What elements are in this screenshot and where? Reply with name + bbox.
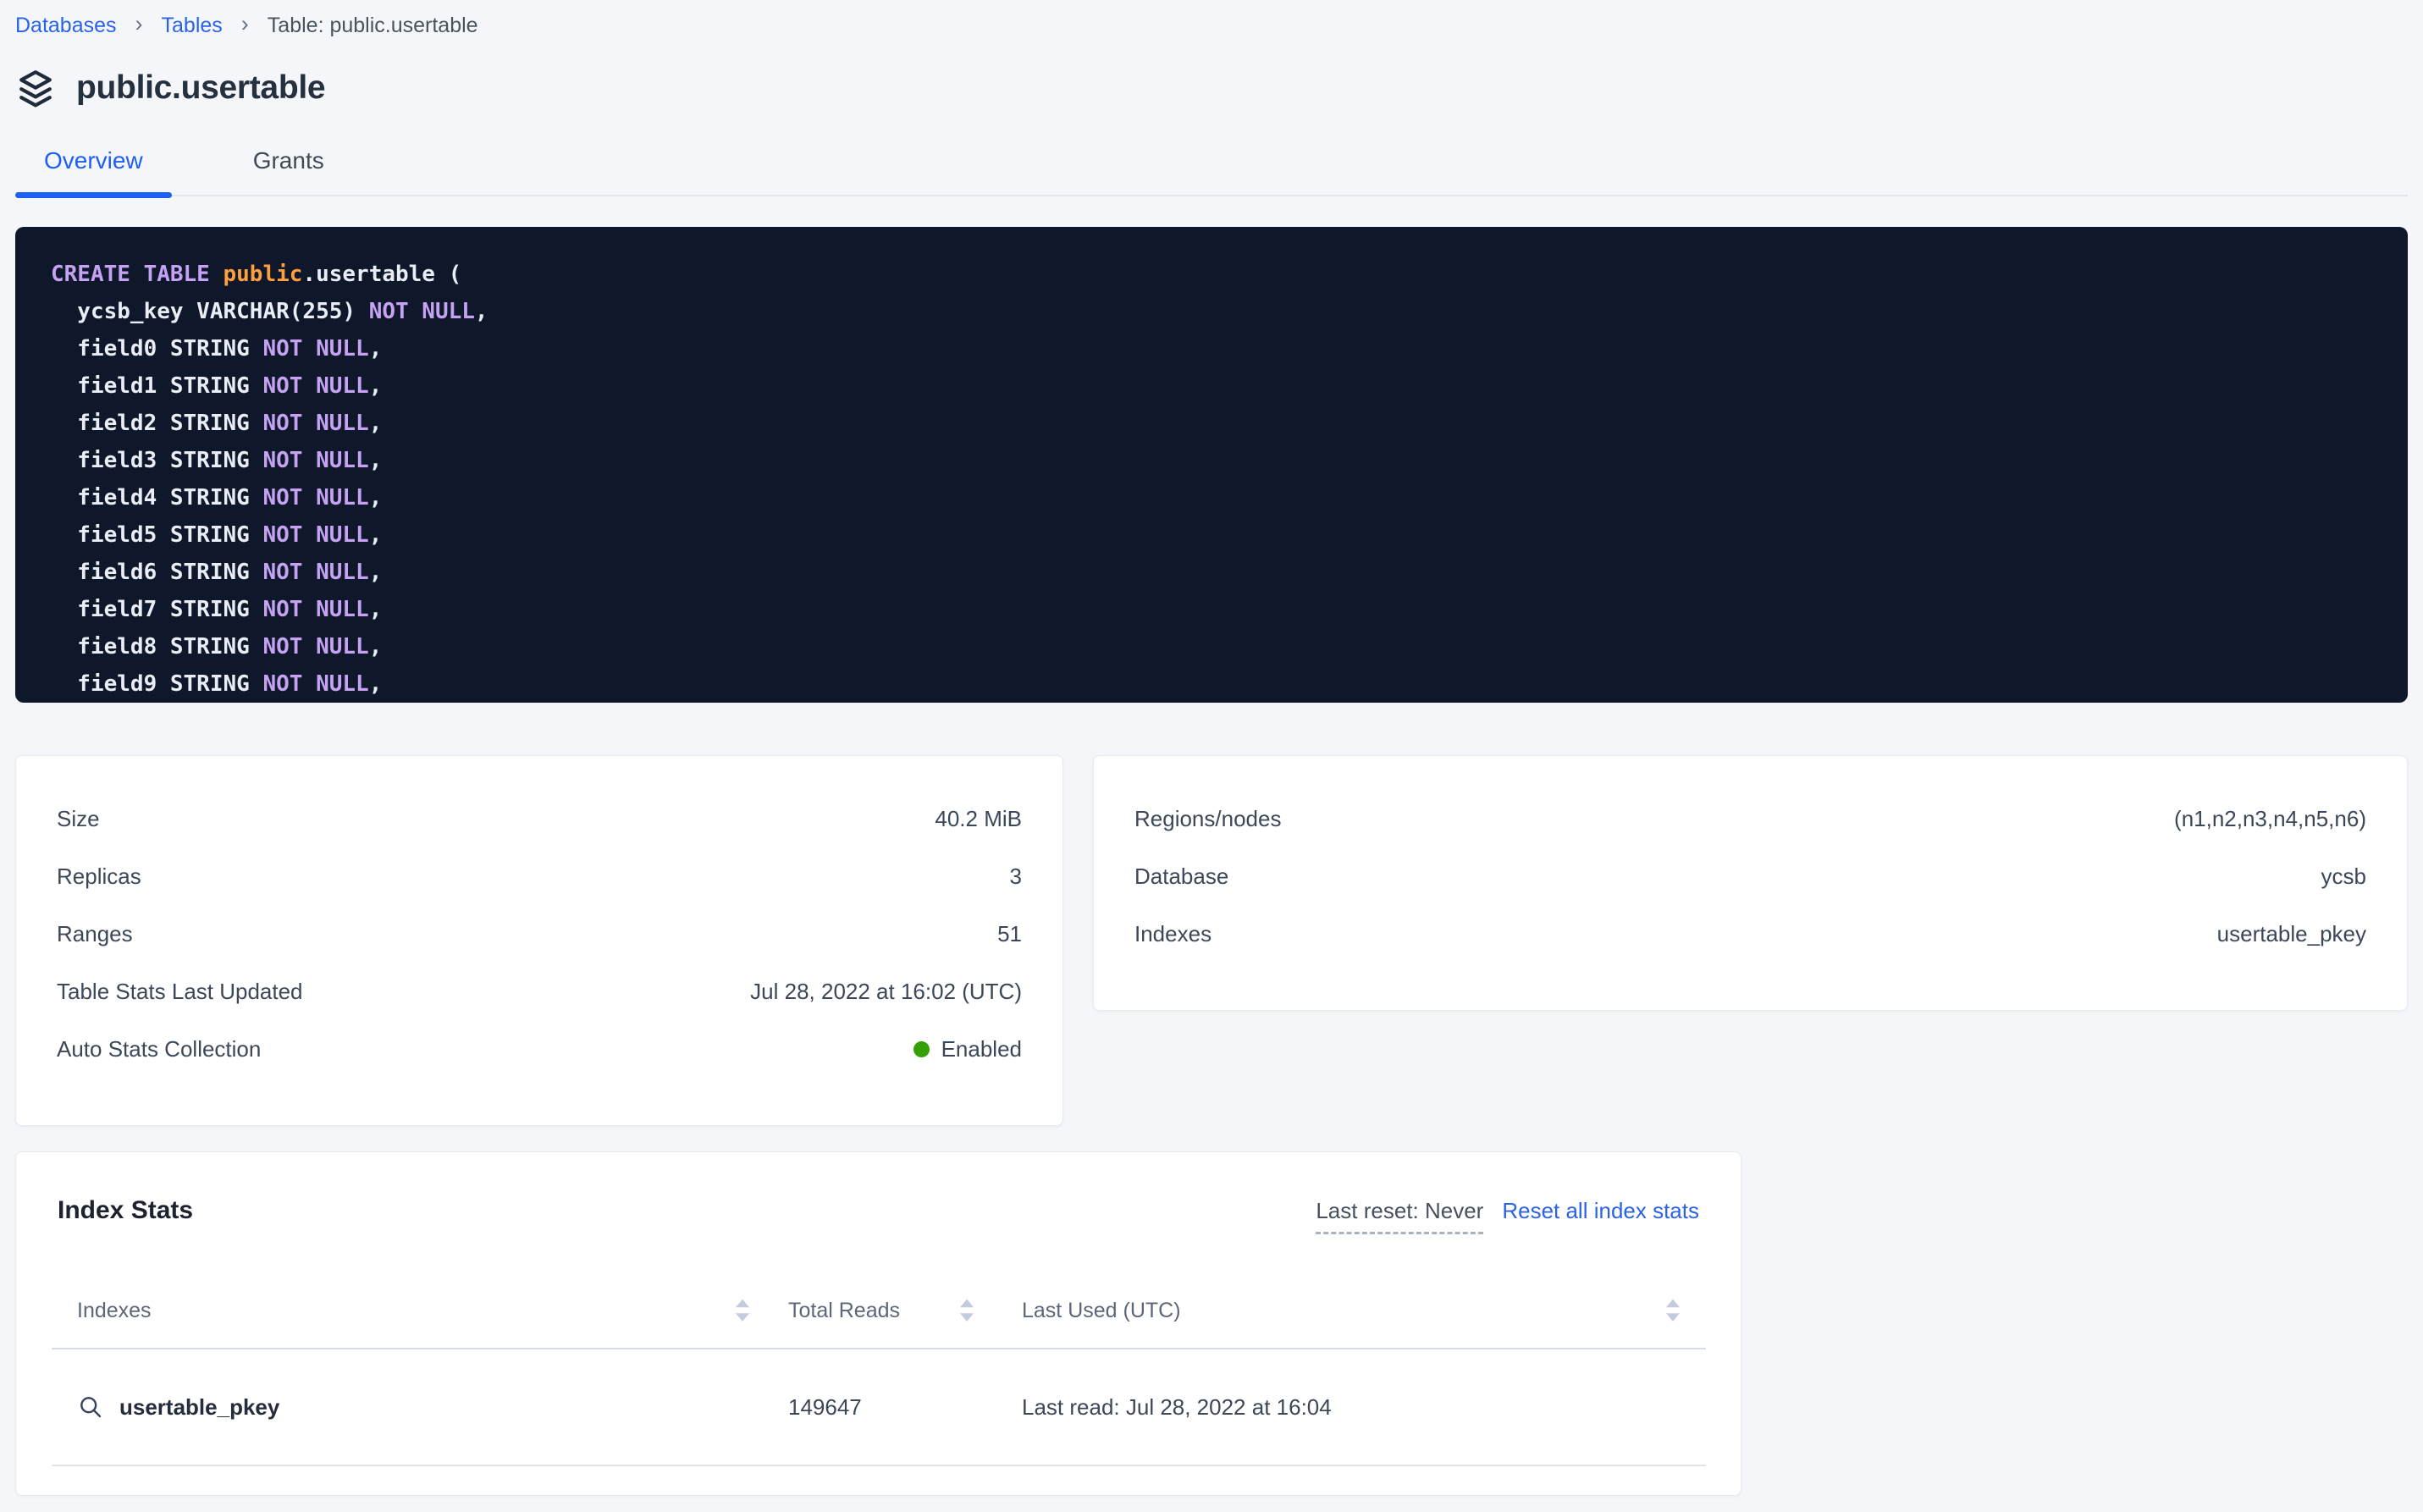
detail-row-database: Database ycsb bbox=[1094, 847, 2407, 905]
index-stats-table: Indexes Total Reads Last Used (UTC) userta… bbox=[52, 1273, 1706, 1466]
sort-icon[interactable] bbox=[1664, 1298, 1682, 1323]
table-metadata-rows: Regions/nodes (n1,n2,n3,n4,n5,n6) Database… bbox=[1094, 790, 2407, 963]
detail-value: 3 bbox=[1010, 864, 1022, 890]
code-line: ycsb_key VARCHAR(255) NOT NULL, bbox=[51, 293, 2372, 330]
detail-label: Database bbox=[1134, 864, 1228, 890]
chevron-right-icon: › bbox=[135, 13, 143, 36]
detail-value: ycsb bbox=[2321, 864, 2366, 890]
detail-row-table-stats-last-updated: Table Stats Last Updated Jul 28, 2022 at … bbox=[16, 963, 1062, 1020]
code-line: field6 STRING NOT NULL, bbox=[51, 554, 2372, 591]
breadcrumb: Databases › Tables › Table: public.usertable bbox=[15, 8, 2408, 42]
detail-value-text: ycsb bbox=[2321, 864, 2366, 890]
index-stats-table-header: Indexes Total Reads Last Used (UTC) bbox=[52, 1273, 1706, 1349]
layers-icon bbox=[15, 68, 56, 108]
detail-value-text: Enabled bbox=[941, 1036, 1022, 1062]
create-statement-code-block: CREATE TABLE public.usertable ( ycsb_key… bbox=[15, 227, 2408, 703]
last-used-cell: Last read: Jul 28, 2022 at 16:04 bbox=[983, 1394, 1706, 1421]
detail-value: 40.2 MiB bbox=[935, 806, 1022, 832]
detail-value-text: 51 bbox=[997, 921, 1022, 947]
code-line: field9 STRING NOT NULL, bbox=[51, 665, 2372, 703]
detail-label: Size bbox=[57, 806, 100, 832]
index-stats-card: Index Stats Last reset: Never Reset all … bbox=[15, 1151, 1741, 1496]
code-line: field7 STRING NOT NULL, bbox=[51, 591, 2372, 628]
status-dot-icon bbox=[913, 1041, 930, 1057]
table-row-usertable-pkey: usertable_pkey 149647Last read: Jul 28, 2… bbox=[52, 1349, 1706, 1466]
code-line: field0 STRING NOT NULL, bbox=[51, 330, 2372, 367]
breadcrumb-current: Table: public.usertable bbox=[268, 14, 478, 38]
last-reset-label[interactable]: Last reset: Never bbox=[1316, 1198, 1483, 1234]
detail-cards-row: Size 40.2 MiB Replicas 3 Ranges 51 Table Stats… bbox=[15, 755, 2408, 1126]
detail-label: Regions/nodes bbox=[1134, 806, 1281, 832]
index-stats-header: Index Stats Last reset: Never Reset all … bbox=[16, 1196, 1741, 1234]
code-line: field4 STRING NOT NULL, bbox=[51, 479, 2372, 516]
column-header-label: Total Reads bbox=[788, 1299, 900, 1323]
column-header-total-reads[interactable]: Total Reads bbox=[775, 1298, 983, 1323]
code-line: field5 STRING NOT NULL, bbox=[51, 516, 2372, 554]
detail-row-size: Size 40.2 MiB bbox=[16, 790, 1062, 847]
detail-value: Jul 28, 2022 at 16:02 (UTC) bbox=[750, 979, 1022, 1005]
detail-row-ranges: Ranges 51 bbox=[16, 905, 1062, 963]
detail-value-text: Jul 28, 2022 at 16:02 (UTC) bbox=[750, 979, 1022, 1005]
column-header-label: Indexes bbox=[77, 1299, 152, 1323]
tab-bar: Overview Grants bbox=[15, 147, 2408, 196]
detail-label: Auto Stats Collection bbox=[57, 1036, 261, 1062]
detail-row-auto-stats-collection: Auto Stats Collection Enabled bbox=[16, 1020, 1062, 1078]
index-stats-title: Index Stats bbox=[58, 1196, 193, 1225]
detail-value-text: 3 bbox=[1010, 864, 1022, 890]
table-details-card: Size 40.2 MiB Replicas 3 Ranges 51 Table Stats… bbox=[15, 755, 1063, 1126]
detail-value: 51 bbox=[997, 921, 1022, 947]
sort-icon[interactable] bbox=[733, 1298, 752, 1323]
code-line: CREATE TABLE public.usertable ( bbox=[51, 256, 2372, 293]
code-line: field3 STRING NOT NULL, bbox=[51, 442, 2372, 479]
column-header-last-used-utc[interactable]: Last Used (UTC) bbox=[983, 1298, 1706, 1323]
detail-value: usertable_pkey bbox=[2217, 921, 2366, 947]
column-header-label: Last Used (UTC) bbox=[1022, 1299, 1181, 1323]
table-details-rows: Size 40.2 MiB Replicas 3 Ranges 51 Table Stats… bbox=[16, 790, 1062, 1078]
code-line: field1 STRING NOT NULL, bbox=[51, 367, 2372, 405]
chevron-right-icon: › bbox=[241, 13, 249, 36]
detail-label: Indexes bbox=[1134, 921, 1212, 947]
index-name: usertable_pkey bbox=[119, 1394, 279, 1421]
tab-overview[interactable]: Overview bbox=[15, 147, 172, 195]
breadcrumb-link-databases[interactable]: Databases bbox=[15, 14, 117, 38]
total-reads-cell: 149647 bbox=[775, 1394, 983, 1421]
detail-label: Table Stats Last Updated bbox=[57, 979, 303, 1005]
index-name-cell: usertable_pkey bbox=[52, 1393, 775, 1421]
detail-value: (n1,n2,n3,n4,n5,n6) bbox=[2174, 806, 2366, 832]
tab-grants[interactable]: Grants bbox=[224, 147, 353, 195]
detail-value: Enabled bbox=[913, 1036, 1022, 1062]
index-stats-actions: Last reset: Never Reset all index stats bbox=[1316, 1196, 1699, 1234]
page-title-row: public.usertable bbox=[15, 68, 2408, 108]
page-title: public.usertable bbox=[76, 69, 325, 107]
index-stats-table-body: usertable_pkey 149647Last read: Jul 28, 2… bbox=[52, 1349, 1706, 1466]
detail-row-indexes: Indexes usertable_pkey bbox=[1094, 905, 2407, 963]
detail-row-replicas: Replicas 3 bbox=[16, 847, 1062, 905]
detail-row-regions-nodes: Regions/nodes (n1,n2,n3,n4,n5,n6) bbox=[1094, 790, 2407, 847]
detail-label: Replicas bbox=[57, 864, 141, 890]
column-header-indexes[interactable]: Indexes bbox=[52, 1298, 775, 1323]
table-metadata-card: Regions/nodes (n1,n2,n3,n4,n5,n6) Database… bbox=[1093, 755, 2408, 1011]
detail-value-text: 40.2 MiB bbox=[935, 806, 1022, 832]
search-icon bbox=[77, 1393, 104, 1421]
detail-value-text: (n1,n2,n3,n4,n5,n6) bbox=[2174, 806, 2366, 832]
table-details-page: Databases › Tables › Table: public.usertable… bbox=[0, 0, 2423, 1496]
breadcrumb-link-tables[interactable]: Tables bbox=[162, 14, 223, 38]
reset-all-index-stats-link[interactable]: Reset all index stats bbox=[1502, 1198, 1699, 1224]
code-line: field8 STRING NOT NULL, bbox=[51, 628, 2372, 665]
detail-value-text: usertable_pkey bbox=[2217, 921, 2366, 947]
sort-icon[interactable] bbox=[958, 1298, 976, 1323]
code-line: field2 STRING NOT NULL, bbox=[51, 405, 2372, 442]
detail-label: Ranges bbox=[57, 921, 133, 947]
